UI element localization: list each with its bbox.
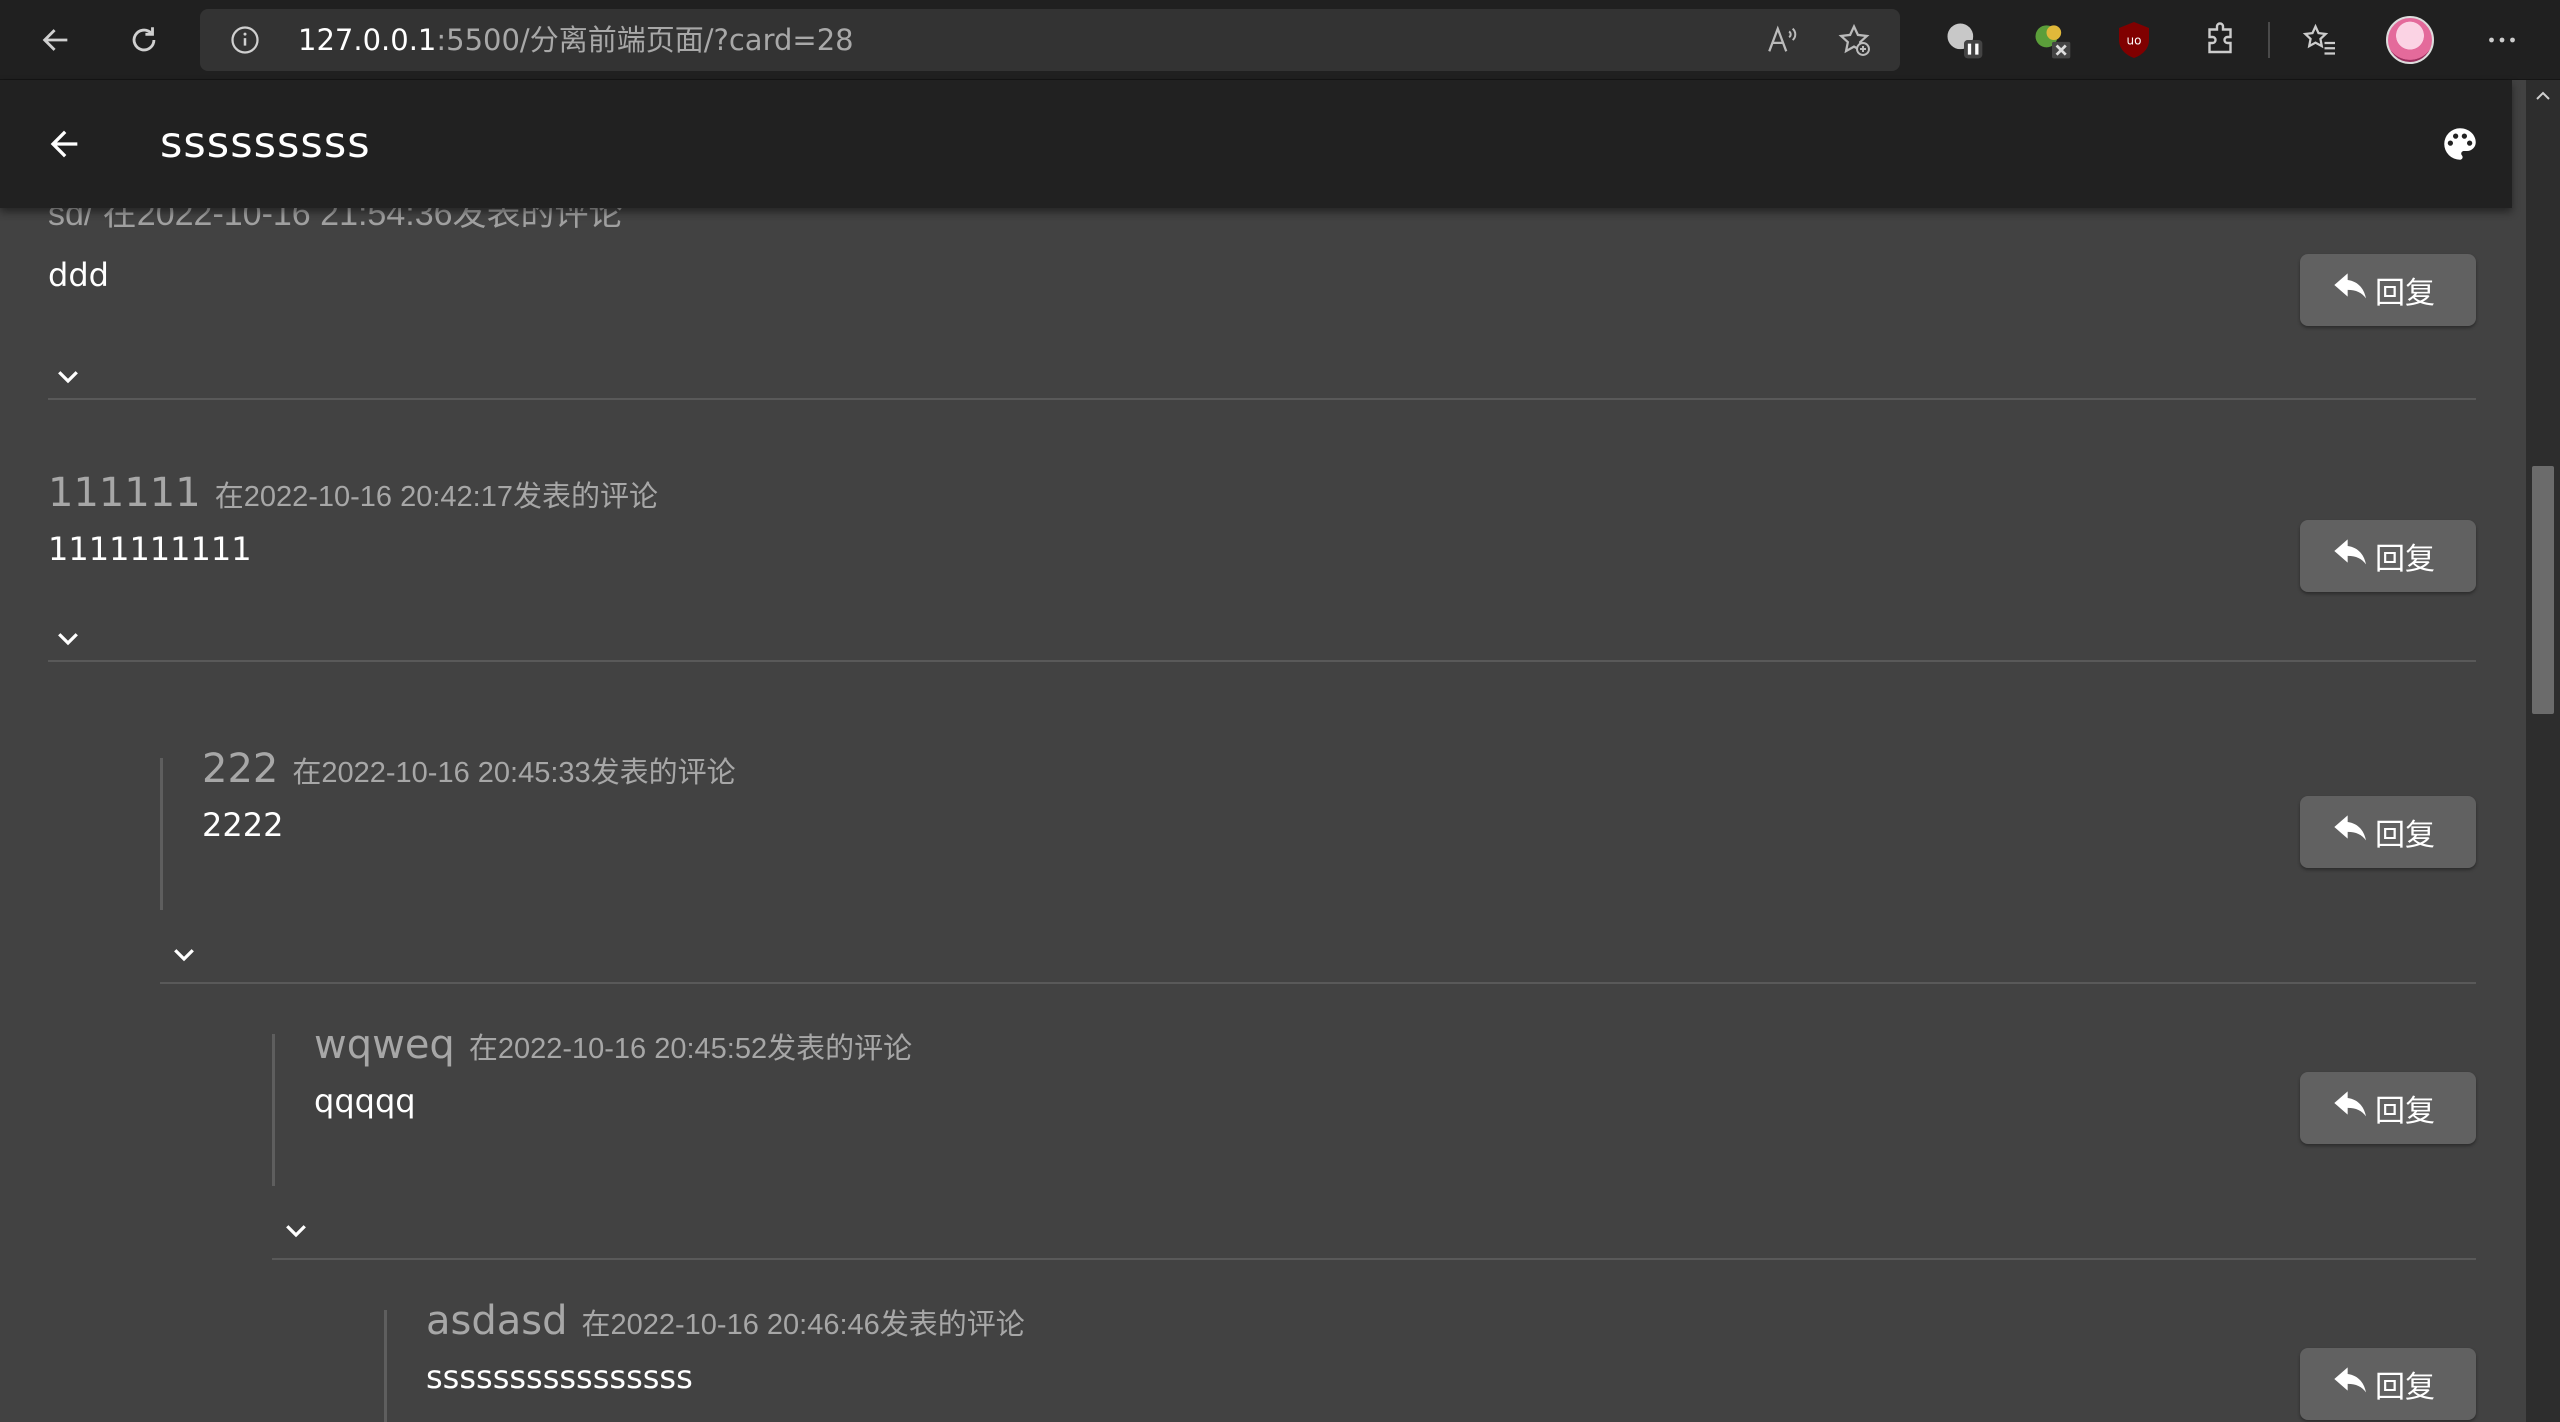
comment-timestamp: 在2022-10-16 20:42:17发表的评论 [214,481,658,513]
site-info-icon[interactable] [230,25,260,60]
thread-line [384,1310,387,1422]
comment-author: wqweq [314,1022,455,1068]
add-favorite-icon[interactable] [1836,22,1872,58]
toolbar-divider [2268,22,2270,58]
comment-body: 1111111111 [48,530,252,568]
extension-paused-icon[interactable] [1942,18,1986,62]
comment-author: 222 [202,746,279,792]
browser-toolbar: 127.0.0.1:5500/分离前端页面/?card=28 uo [0,0,2560,80]
profile-avatar[interactable] [2386,16,2434,64]
reply-icon [2334,1367,2366,1393]
comment-body: ssssssssssssssss [426,1358,693,1396]
comment-body: ddd [48,256,109,294]
reply-button[interactable]: 回复 [2300,1348,2476,1420]
address-bar[interactable]: 127.0.0.1:5500/分离前端页面/?card=28 [200,9,1900,71]
expand-chevron-icon[interactable] [276,1210,316,1250]
extension-disabled-icon[interactable] [2030,18,2074,62]
comment-item: wqweq 在2022-10-16 20:45:52发表的评论 qqqqq 回复 [314,1022,2476,1272]
svg-text:uo: uo [2127,34,2142,48]
thread-line [272,1034,275,1186]
read-aloud-icon[interactable] [1764,22,1800,58]
comment-body: qqqqq [314,1082,416,1120]
comment-divider [48,660,2476,662]
comment-divider [160,982,2476,984]
thread-line [160,758,163,910]
ublock-origin-icon[interactable]: uo [2112,18,2156,62]
reply-icon [2334,815,2366,841]
comment-divider [48,398,2476,400]
url-text[interactable]: 127.0.0.1:5500/分离前端页面/?card=28 [298,25,854,55]
expand-chevron-icon[interactable] [48,356,88,396]
reply-button[interactable]: 回复 [2300,254,2476,326]
extensions-puzzle-icon[interactable] [2198,18,2242,62]
reply-button[interactable]: 回复 [2300,520,2476,592]
comment-partial: ddd 回复 [48,208,2476,408]
comment-body: 2222 [202,806,284,844]
comment-header: 222 在2022-10-16 20:45:33发表的评论 [202,746,736,792]
more-menu-icon[interactable] [2480,18,2524,62]
reply-icon [2334,273,2366,299]
comment-timestamp: 在2022-10-16 20:45:52发表的评论 [468,1033,913,1065]
page-title: sssssssss [160,118,371,168]
scrollbar-thumb[interactable] [2532,466,2554,714]
reply-icon [2334,1091,2366,1117]
app-header: sssssssss [0,80,2512,208]
comment-item: asdasd 在2022-10-16 20:46:46发表的评论 ssssssss… [426,1298,2476,1422]
back-arrow-icon[interactable] [40,120,88,168]
favorites-icon[interactable] [2298,18,2342,62]
browser-back-icon[interactable] [32,16,80,64]
comment-header: wqweq 在2022-10-16 20:45:52发表的评论 [314,1022,912,1068]
comment-item: 222 在2022-10-16 20:45:33发表的评论 2222 回复 [202,746,2476,996]
comment-item: 111111 在2022-10-16 20:42:17发表的评论 11111111… [48,470,2476,720]
scroll-up-arrow-icon[interactable] [2526,80,2560,112]
reply-button[interactable]: 回复 [2300,796,2476,868]
comment-timestamp: 在2022-10-16 20:46:46发表的评论 [581,1309,1025,1341]
comment-author: 111111 [48,470,201,516]
comment-timestamp: 在2022-10-16 20:45:33发表的评论 [292,757,736,789]
reply-button[interactable]: 回复 [2300,1072,2476,1144]
refresh-icon[interactable] [120,16,168,64]
comment-author: asdasd [426,1298,568,1344]
comment-header: 111111 在2022-10-16 20:42:17发表的评论 [48,470,658,516]
reply-icon [2334,539,2366,565]
comments-area: sd/ 在2022-10-16 21:54:36发表的评论 ddd 回复 111… [0,208,2512,1422]
page-scrollbar[interactable] [2526,80,2560,1422]
comment-divider [272,1258,2476,1260]
expand-chevron-icon[interactable] [48,618,88,658]
expand-chevron-icon[interactable] [164,934,204,974]
comment-header: asdasd 在2022-10-16 20:46:46发表的评论 [426,1298,1025,1344]
palette-icon[interactable] [2436,120,2484,168]
